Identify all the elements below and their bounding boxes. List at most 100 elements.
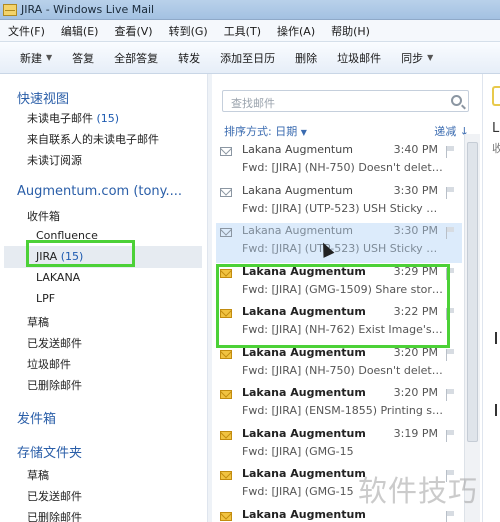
message-subject: Fwd: [JIRA] (NH-750) Doesn't delete... <box>242 161 444 174</box>
message-time: 3:19 PM <box>393 426 438 440</box>
message-subject: Fwd: [JIRA] (NH-750) Doesn't delete... <box>242 363 444 377</box>
sort-by-dropdown[interactable]: 排序方式: 日期 ▼ <box>224 123 307 139</box>
junk-button[interactable]: 垃圾邮件 <box>327 50 391 66</box>
search-icon[interactable] <box>451 95 462 106</box>
message-time: 3:20 PM <box>393 386 438 399</box>
message-row[interactable]: Lakana Augmentum 3:20 PM Fwd: [JIRA] (ENSM… <box>216 385 462 425</box>
folder-lakana[interactable]: LAKANA <box>36 271 80 284</box>
flag-icon[interactable] <box>446 186 456 199</box>
message-subject: Fwd: [JIRA] (GMG-15 <box>242 444 354 458</box>
unread-envelope-icon <box>220 471 232 480</box>
menu-go[interactable]: 转到(G) <box>161 23 216 39</box>
storage-folder-drafts[interactable]: 草稿 <box>27 467 49 483</box>
message-sender: Lakana Augmentum <box>242 426 366 440</box>
search-placeholder: 查找邮件 <box>231 97 275 110</box>
message-list-scrollbar[interactable] <box>464 134 480 522</box>
folder-unread-feeds[interactable]: 未读订阅源 <box>27 152 82 168</box>
message-sender: Lakana Augmentum <box>242 143 353 156</box>
message-sender: Lakana Augmentum <box>242 467 366 480</box>
menu-view[interactable]: 查看(V) <box>106 23 160 39</box>
folder-deleted[interactable]: 已删除邮件 <box>27 377 82 393</box>
reading-pane: L 收 <box>482 74 500 522</box>
message-row[interactable]: Lakana Augmentum 3:19 PM Fwd: [JIRA] (GMG-… <box>216 426 462 466</box>
flag-icon[interactable] <box>446 389 456 401</box>
folder-unread-from-contacts[interactable]: 来自联系人的未读电子邮件 <box>27 131 159 147</box>
message-subject: Fwd: [JIRA] (UTP-523) USH Sticky Bu... <box>242 201 444 215</box>
reading-pane-recipient-label: 收 <box>492 140 500 156</box>
menu-file[interactable]: 文件(F) <box>0 23 53 39</box>
chevron-down-icon: ▼ <box>300 128 307 137</box>
reading-pane-header-box <box>492 86 500 106</box>
message-sender: Lakana Augmentum <box>242 386 366 399</box>
title-bar: JIRA - Windows Live Mail <box>0 0 500 20</box>
forward-button[interactable]: 转发 <box>168 50 210 66</box>
storage-folder-deleted[interactable]: 已删除邮件 <box>27 509 82 522</box>
message-row[interactable]: Lakana Augmentum 3:20 PM Fwd: [JIRA] (NH-7… <box>216 345 462 385</box>
quick-views-title[interactable]: 快速视图 <box>17 88 69 107</box>
toolbar: 新建 ▼ 答复 全部答复 转发 添加至日历 删除 垃圾邮件 同步 ▼ <box>0 42 500 74</box>
menu-actions[interactable]: 操作(A) <box>269 23 323 39</box>
watermark: 软件技巧 <box>358 474 479 508</box>
unread-envelope-icon <box>220 390 232 399</box>
reply-all-button[interactable]: 全部答复 <box>104 50 168 66</box>
message-time: 3:30 PM <box>393 224 438 237</box>
read-envelope-icon <box>220 228 232 237</box>
chevron-down-icon: ▼ <box>46 53 53 62</box>
storage-folder-sent[interactable]: 已发送邮件 <box>27 488 82 504</box>
text-cursor-mark <box>495 332 497 344</box>
folder-pane: 快速视图 未读电子邮件 (15) 来自联系人的未读电子邮件 未读订阅源 Augm… <box>0 74 207 522</box>
folder-label: 未读电子邮件 <box>27 112 93 125</box>
message-sender: Lakana Augmentum <box>242 507 366 521</box>
menu-edit[interactable]: 编辑(E) <box>53 23 107 39</box>
unread-count: (15) <box>96 112 120 125</box>
new-button[interactable]: 新建 ▼ <box>0 50 62 66</box>
folder-inbox[interactable]: 收件箱 <box>27 208 60 224</box>
search-input[interactable]: 查找邮件 <box>222 90 469 112</box>
read-envelope-icon <box>220 187 232 197</box>
menu-bar: 文件(F) 编辑(E) 查看(V) 转到(G) 工具(T) 操作(A) 帮助(H… <box>0 20 500 42</box>
sort-order-label: 递减 <box>434 125 457 138</box>
delete-button[interactable]: 删除 <box>285 50 327 66</box>
flag-icon[interactable] <box>446 510 456 522</box>
message-sender: Lakana Augmentum <box>242 183 353 197</box>
message-sender: Lakana Augmentum <box>242 224 353 237</box>
account-title[interactable]: Augmentum.com (tony.... <box>17 184 182 199</box>
message-row[interactable]: Lakana Augmentum 3:30 PM Fwd: [JIRA] (UTP-… <box>216 223 462 263</box>
annotation-highlight-box <box>216 264 450 348</box>
reply-button[interactable]: 答复 <box>62 50 104 66</box>
folder-drafts[interactable]: 草稿 <box>27 314 49 330</box>
outbox-title[interactable]: 发件箱 <box>17 408 56 427</box>
scrollbar-thumb[interactable] <box>467 142 478 442</box>
message-row[interactable]: Lakana Augmentum 3:40 PM Fwd: [JIRA] (NH-7… <box>216 142 462 182</box>
message-time: 3:30 PM <box>393 183 438 197</box>
message-subject: Fwd: [JIRA] (ENSM-1855) Printing st... <box>242 404 444 417</box>
mail-app-icon <box>3 3 17 16</box>
sync-button[interactable]: 同步 ▼ <box>391 50 443 66</box>
message-row[interactable]: Lakana Augmentum 3:30 PM Fwd: [JIRA] (UTP-… <box>216 183 462 223</box>
folder-junk[interactable]: 垃圾邮件 <box>27 356 71 372</box>
reading-pane-sender-initial: L <box>492 121 500 136</box>
annotation-highlight-box <box>26 240 135 267</box>
flag-icon[interactable] <box>446 348 456 361</box>
flag-icon[interactable] <box>446 227 456 239</box>
menu-help[interactable]: 帮助(H) <box>323 23 378 39</box>
folder-lpf[interactable]: LPF <box>36 292 55 305</box>
unread-envelope-icon <box>220 349 232 359</box>
add-to-calendar-button[interactable]: 添加至日历 <box>210 50 285 66</box>
flag-icon[interactable] <box>446 429 456 442</box>
message-subject: Fwd: [JIRA] (UTP-523) USH Sticky Bu... <box>242 242 444 255</box>
sort-label: 排序方式: 日期 <box>224 125 298 138</box>
text-cursor-mark <box>495 404 497 416</box>
menu-tools[interactable]: 工具(T) <box>216 23 269 39</box>
new-label: 新建 <box>20 51 42 65</box>
flag-icon[interactable] <box>446 146 456 158</box>
unread-envelope-icon <box>220 430 232 440</box>
chevron-down-icon: ▼ <box>427 53 434 62</box>
folder-sent[interactable]: 已发送邮件 <box>27 335 82 351</box>
message-time: 3:40 PM <box>393 143 438 156</box>
window-title: JIRA - Windows Live Mail <box>21 3 155 16</box>
folder-unread-email[interactable]: 未读电子邮件 (15) <box>27 110 119 126</box>
sync-label: 同步 <box>401 51 424 65</box>
storage-folders-title[interactable]: 存储文件夹 <box>17 442 82 461</box>
message-list-pane: 查找邮件 排序方式: 日期 ▼ 递减 ↓ Lakana Augmentum 3:4… <box>212 74 482 522</box>
